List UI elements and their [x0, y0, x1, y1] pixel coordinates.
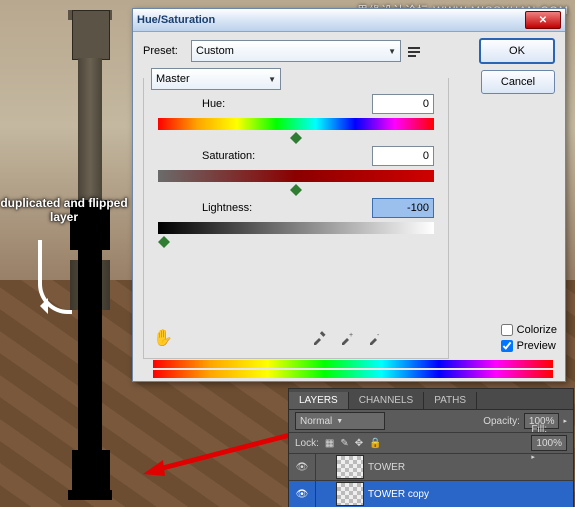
hue-input[interactable]: 0 — [372, 94, 434, 114]
hue-slider[interactable] — [158, 118, 434, 130]
visibility-toggle-icon[interactable]: 👁 — [289, 454, 316, 480]
layer-thumbnail[interactable] — [336, 482, 364, 506]
scrubby-hand-icon[interactable]: ✋ — [153, 328, 173, 348]
lock-label: Lock: — [295, 438, 319, 449]
eyedropper-icon[interactable] — [309, 328, 329, 348]
svg-text:-: - — [377, 332, 380, 339]
lock-position-icon[interactable]: ✥ — [355, 438, 363, 449]
dialog-titlebar[interactable]: Hue/Saturation ✕ — [133, 9, 565, 32]
hue-label: Hue: — [202, 98, 372, 110]
lightness-slider[interactable] — [158, 222, 434, 234]
layer-thumbnail[interactable] — [336, 455, 364, 479]
tower-reflection-image — [60, 300, 120, 500]
annotation-duplicated: duplicated and flipped layer — [0, 196, 128, 225]
hue-saturation-dialog: Hue/Saturation ✕ Preset: Custom▼ OK Canc… — [132, 8, 566, 382]
annotation-red-arrow — [135, 430, 295, 480]
blend-mode-dropdown[interactable]: Normal ▼ — [295, 412, 385, 430]
lightness-label: Lightness: — [202, 202, 372, 214]
colorize-checkbox[interactable]: Colorize — [501, 324, 557, 336]
visibility-toggle-icon[interactable]: 👁 — [289, 481, 316, 507]
layer-row[interactable]: 👁 TOWER — [289, 454, 573, 481]
saturation-slider[interactable] — [158, 170, 434, 182]
preset-dropdown[interactable]: Custom▼ — [191, 40, 401, 62]
lock-transparency-icon[interactable]: ▦ — [325, 438, 334, 449]
lock-all-icon[interactable]: 🔒 — [369, 438, 381, 449]
saturation-label: Saturation: — [202, 150, 372, 162]
lock-pixels-icon[interactable]: ✎ — [340, 438, 348, 449]
dialog-title: Hue/Saturation — [137, 14, 215, 26]
layer-row[interactable]: 👁 TOWER copy — [289, 481, 573, 507]
opacity-label: Opacity: — [483, 416, 520, 427]
annotation-arrow-curve — [38, 240, 72, 314]
colorize-label: Colorize — [517, 324, 557, 336]
eyedropper-add-icon[interactable]: + — [337, 328, 357, 348]
layers-panel: LAYERS CHANNELS PATHS Normal ▼ Opacity: … — [288, 388, 574, 507]
preview-checkbox[interactable]: Preview — [501, 340, 557, 352]
close-button[interactable]: ✕ — [525, 11, 561, 29]
cancel-button[interactable]: Cancel — [481, 70, 555, 94]
layer-name[interactable]: TOWER copy — [368, 489, 429, 500]
sliders-group: Hue: 0 Saturation: 0 Lightness: -100 — [143, 78, 449, 359]
preview-label: Preview — [517, 340, 556, 352]
tab-paths[interactable]: PATHS — [424, 392, 477, 409]
layer-name[interactable]: TOWER — [368, 462, 405, 473]
tab-layers[interactable]: LAYERS — [289, 392, 349, 409]
lightness-input[interactable]: -100 — [372, 198, 434, 218]
saturation-input[interactable]: 0 — [372, 146, 434, 166]
color-range-bar — [153, 360, 553, 378]
tab-channels[interactable]: CHANNELS — [349, 392, 424, 409]
blend-mode-value: Normal — [300, 416, 332, 427]
svg-text:+: + — [349, 332, 353, 339]
preset-value: Custom — [196, 45, 384, 57]
preset-label: Preset: — [143, 45, 191, 57]
preset-menu-icon[interactable] — [407, 44, 421, 58]
ok-button[interactable]: OK — [479, 38, 555, 64]
fill-input[interactable]: 100% — [531, 435, 567, 451]
eyedropper-subtract-icon[interactable]: - — [365, 328, 385, 348]
fill-label: Fill: — [531, 424, 547, 435]
